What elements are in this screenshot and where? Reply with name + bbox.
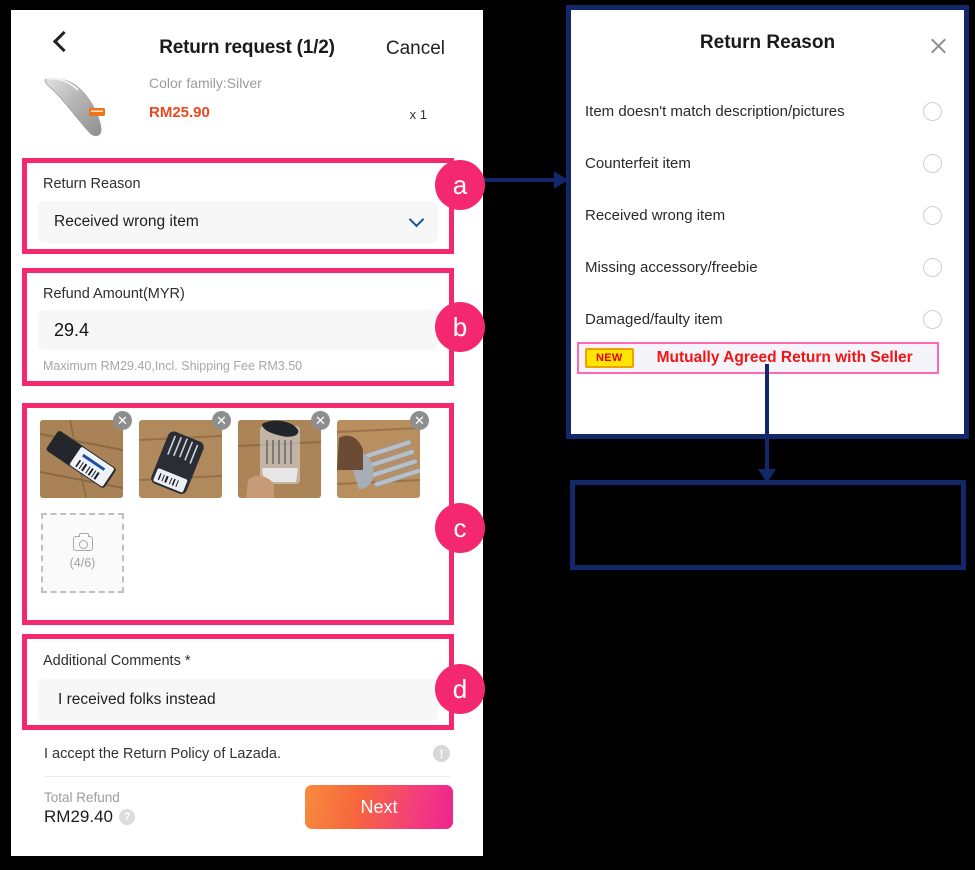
product-image: [44, 77, 105, 137]
close-icon[interactable]: ✕: [311, 411, 330, 430]
photo-thumbnail[interactable]: ✕: [337, 411, 429, 498]
total-refund-row: RM29.40 ?: [44, 807, 135, 827]
product-summary: Color family:Silver RM25.90 x 1: [11, 66, 483, 144]
reason-option[interactable]: Received wrong item: [571, 189, 964, 241]
add-photo-button[interactable]: (4/6): [41, 513, 124, 593]
radio-button[interactable]: [923, 309, 942, 329]
chevron-down-icon: [408, 211, 425, 228]
photo-thumbnail[interactable]: ✕: [40, 411, 132, 498]
return-reason-select[interactable]: Received wrong item: [38, 201, 438, 243]
radio-button[interactable]: [923, 205, 942, 225]
radio-button[interactable]: [923, 153, 942, 173]
total-refund-value: RM29.40: [44, 807, 113, 826]
total-refund-label: Total Refund: [44, 790, 120, 805]
refund-amount-hint: Maximum RM29.40,Incl. Shipping Fee RM3.5…: [43, 359, 303, 373]
close-icon[interactable]: [929, 36, 948, 55]
reason-option-label: Missing accessory/freebie: [585, 258, 758, 276]
callout-badge-d: d: [435, 664, 485, 714]
refund-amount-label: Refund Amount(MYR): [43, 286, 185, 302]
app-header: Return request (1/2) Cancel: [11, 10, 483, 66]
reason-option-label: Received wrong item: [585, 206, 726, 224]
dialog-title: Return Reason: [699, 32, 836, 53]
photo-thumbnail[interactable]: ✕: [238, 411, 330, 498]
reason-option-list: Item doesn't match description/pictures …: [571, 85, 964, 345]
figure-root: Return request (1/2) Cancel Color family…: [0, 0, 975, 870]
callout-badge-a: a: [435, 160, 485, 210]
callout-badge-b: b: [435, 302, 485, 352]
photo-image: [139, 420, 222, 498]
refund-amount-input[interactable]: 29.4: [38, 310, 438, 350]
reason-option-label: Damaged/faulty item: [585, 310, 723, 328]
photo-image: [337, 420, 420, 498]
callout-badge-c: c: [435, 503, 485, 553]
highlight-box-return-reason: Return Reason Received wrong item: [22, 158, 454, 254]
highlight-box-photos: ✕ ✕ ✕ ✕ (4/6): [22, 403, 454, 625]
product-quantity: x 1: [409, 107, 427, 122]
reason-option[interactable]: Missing accessory/freebie: [571, 241, 964, 293]
return-policy-row[interactable]: I accept the Return Policy of Lazada. !: [44, 745, 450, 762]
comments-value: I received folks instead: [58, 691, 216, 708]
close-icon[interactable]: ✕: [113, 411, 132, 430]
info-icon[interactable]: !: [433, 745, 450, 762]
reason-option-label: Item doesn't match description/pictures: [585, 102, 845, 120]
return-reason-value: Received wrong item: [54, 213, 199, 230]
comments-input[interactable]: I received folks instead: [38, 679, 438, 721]
reason-option[interactable]: Counterfeit item: [571, 137, 964, 189]
photo-thumbnail[interactable]: ✕: [139, 411, 231, 498]
reason-option[interactable]: Damaged/faulty item: [571, 293, 964, 345]
return-policy-text: I accept the Return Policy of Lazada.: [44, 745, 281, 762]
highlight-box-comments: Additional Comments * I received folks i…: [22, 634, 454, 730]
next-button[interactable]: Next: [305, 785, 453, 829]
phone-screen: Return request (1/2) Cancel Color family…: [11, 10, 485, 856]
reason-option[interactable]: Item doesn't match description/pictures: [571, 85, 964, 137]
radio-button[interactable]: [923, 101, 942, 121]
return-reason-label: Return Reason: [43, 176, 141, 192]
reason-option-label: Counterfeit item: [585, 154, 691, 172]
photo-image: [238, 420, 321, 498]
footer-divider: [44, 776, 450, 777]
connector-arrow-dialog-to-box: [758, 364, 776, 483]
close-icon[interactable]: ✕: [410, 411, 429, 430]
comments-label: Additional Comments *: [43, 653, 191, 669]
cancel-button[interactable]: Cancel: [386, 38, 445, 60]
camera-icon: [72, 532, 93, 551]
mutually-agreed-return-option[interactable]: NEW Mutually Agreed Return with Seller: [577, 342, 939, 374]
photo-counter: (4/6): [69, 556, 96, 570]
photo-thumbnail-list: ✕ ✕ ✕ ✕: [40, 411, 429, 498]
empty-annotation-box: [570, 480, 966, 570]
highlight-box-refund-amount: Refund Amount(MYR) 29.4 Maximum RM29.40,…: [22, 268, 454, 386]
photo-image: [40, 420, 123, 498]
close-icon[interactable]: ✕: [212, 411, 231, 430]
new-badge: NEW: [585, 348, 634, 368]
mutually-agreed-return-label: Mutually Agreed Return with Seller: [656, 349, 913, 366]
refund-amount-value: 29.4: [54, 319, 90, 340]
radio-button[interactable]: [923, 257, 942, 277]
product-color-family: Color family:Silver: [149, 75, 262, 91]
question-icon[interactable]: ?: [118, 809, 135, 825]
product-price: RM25.90: [149, 104, 210, 121]
